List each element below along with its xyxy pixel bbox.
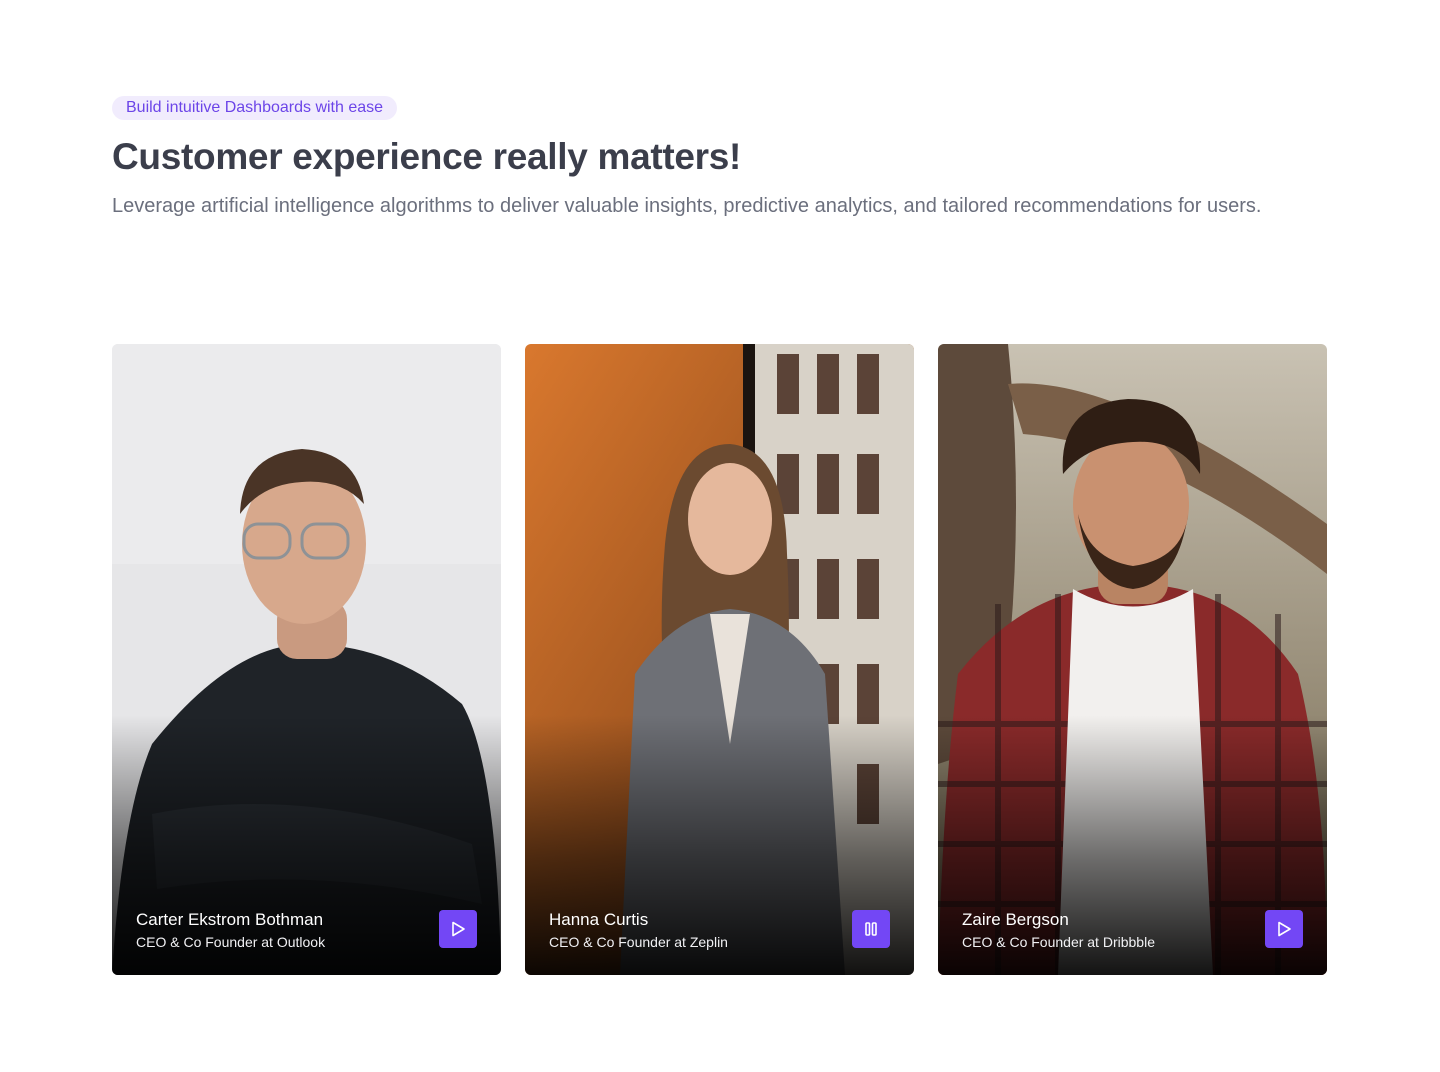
person-role: CEO & Co Founder at Outlook [136,934,326,950]
page-subtitle: Leverage artificial intelligence algorit… [112,195,1262,217]
pause-button[interactable] [852,910,890,948]
play-button[interactable] [1265,910,1303,948]
person-name: Zaire Bergson [962,910,1069,929]
testimonial-card: Zaire Bergson CEO & Co Founder at Dribbb… [938,344,1327,975]
play-button[interactable] [439,910,477,948]
person-role: CEO & Co Founder at Zeplin [549,934,728,950]
card-info: Zaire Bergson CEO & Co Founder at Dribbb… [962,909,1155,952]
person-name: Hanna Curtis [549,910,649,929]
testimonial-cards: Carter Ekstrom Bothman CEO & Co Founder … [112,344,1327,975]
card-info: Carter Ekstrom Bothman CEO & Co Founder … [136,909,325,952]
testimonial-card: Hanna Curtis CEO & Co Founder at Zeplin [525,344,914,975]
person-role: CEO & Co Founder at Dribbble [962,934,1155,950]
hero-header: Build intuitive Dashboards with ease Cus… [112,96,1328,220]
page-title: Customer experience really matters! [112,136,742,177]
play-icon [1278,921,1291,937]
tagline-badge: Build intuitive Dashboards with ease [112,96,398,120]
play-icon [452,921,465,937]
card-info: Hanna Curtis CEO & Co Founder at Zeplin [549,909,728,952]
pause-icon [865,922,877,936]
person-name: Carter Ekstrom Bothman [136,910,324,929]
testimonial-card: Carter Ekstrom Bothman CEO & Co Founder … [112,344,501,975]
